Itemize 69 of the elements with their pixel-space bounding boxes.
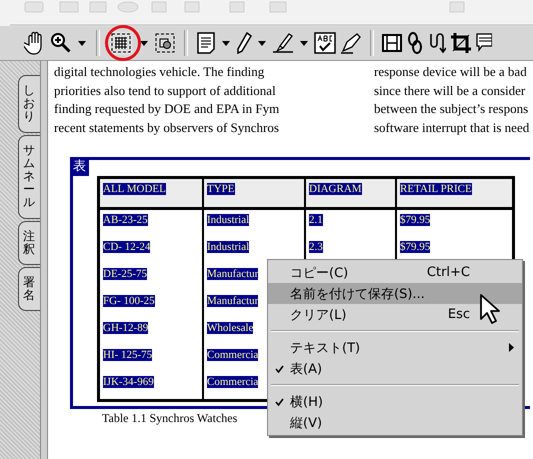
table-header-cell: TYPE bbox=[203, 178, 305, 208]
table-cell: $79.95 bbox=[400, 241, 430, 253]
sidebar-tab[interactable]: サムネール bbox=[18, 134, 40, 218]
menu-item[interactable]: 縦(V) bbox=[268, 412, 522, 433]
table-header-cell: ALL MODEL bbox=[98, 178, 203, 208]
text-line: digital technologies vehicle. The finding bbox=[54, 63, 266, 81]
table-tag: 表 bbox=[70, 157, 89, 176]
menu-item-label: 横(H) bbox=[290, 394, 324, 410]
text-line: finding requested by DOE and EPA in Fym bbox=[54, 100, 280, 118]
shortcut-label: Ctrl+C bbox=[426, 265, 470, 280]
table-cell: Industrial bbox=[207, 241, 250, 253]
text-line: recent statements by observers of Synchros bbox=[54, 118, 280, 137]
table-cell: FG- 100-25 bbox=[103, 295, 155, 307]
table-cell: $79.95 bbox=[400, 214, 430, 226]
shortcut-label: Esc bbox=[448, 307, 470, 322]
menu-item-label: 名前を付けて保存(S)... bbox=[290, 286, 426, 302]
film-icon[interactable] bbox=[382, 33, 402, 53]
table-header-cell: RETAIL PRICE bbox=[396, 178, 514, 208]
table-cell: Industrial bbox=[207, 214, 250, 226]
menu-item[interactable]: コピー(C) Ctrl+C bbox=[268, 262, 522, 283]
text-line: between the subject’s respons bbox=[374, 100, 530, 118]
sidebar-tab[interactable]: しおり bbox=[18, 75, 40, 133]
menu-item-label: 表(A) bbox=[290, 360, 324, 378]
table-cell: Commercia bbox=[207, 376, 258, 388]
menu-item-label: 縦(V) bbox=[290, 414, 324, 432]
highlight-circle bbox=[104, 24, 142, 62]
comment-icon[interactable] bbox=[476, 32, 492, 54]
caret-icon[interactable] bbox=[222, 40, 230, 46]
caret-icon[interactable] bbox=[300, 40, 308, 46]
menu-item[interactable]: 横(H) bbox=[268, 391, 522, 412]
pen-sign-icon[interactable] bbox=[340, 32, 362, 54]
text-line: software interrupt that is need bbox=[374, 118, 530, 137]
snapshot-icon[interactable] bbox=[154, 32, 176, 54]
menu-item-label: クリア(L) bbox=[290, 306, 348, 324]
highlighter-icon[interactable] bbox=[272, 32, 294, 54]
table-cell: Commercia bbox=[207, 349, 258, 361]
table-caption: Table 1.1 Synchros Watches bbox=[102, 411, 238, 426]
menu-item[interactable]: 表(A) bbox=[268, 358, 522, 379]
arrow-down-icon[interactable] bbox=[428, 32, 446, 54]
pencil-icon[interactable] bbox=[236, 32, 252, 54]
caret-icon[interactable] bbox=[258, 40, 266, 46]
table-cell: AB-23-25 bbox=[103, 214, 148, 226]
table-cell: 2.1 bbox=[309, 214, 323, 226]
note-icon[interactable] bbox=[196, 32, 216, 54]
caret-icon[interactable] bbox=[140, 40, 148, 46]
spell-check-icon[interactable] bbox=[314, 32, 336, 54]
text-line: priorities also tend to support of additional bbox=[54, 82, 277, 100]
link-icon[interactable] bbox=[406, 32, 424, 54]
menu-item[interactable]: クリア(L) Esc bbox=[268, 304, 522, 325]
table-cell: IJK-34-969 bbox=[103, 376, 154, 388]
crop-icon[interactable] bbox=[450, 32, 472, 54]
table-cell: 2.3 bbox=[309, 241, 323, 253]
caret-icon[interactable] bbox=[78, 40, 86, 46]
table-cell: Wholesale bbox=[207, 322, 254, 334]
pointer-cursor-icon bbox=[479, 293, 501, 325]
text-line: since there will be a consider bbox=[374, 82, 526, 100]
text-line: response device will be a bad bbox=[374, 63, 528, 81]
table-cell: DE-25-75 bbox=[103, 268, 147, 280]
menu-item-label: テキスト(T) bbox=[290, 340, 362, 356]
sidebar-tab[interactable]: 注釈 bbox=[18, 220, 40, 265]
sidebar-tab[interactable]: 署名 bbox=[18, 266, 40, 312]
menu-item[interactable]: テキスト(T) bbox=[268, 337, 522, 358]
table-select-icon[interactable] bbox=[108, 30, 134, 56]
menu-item-label: コピー(C) bbox=[290, 264, 350, 282]
table-cell: HI- 125-75 bbox=[103, 349, 152, 361]
menu-item[interactable]: 名前を付けて保存(S)... bbox=[268, 283, 522, 304]
zoom-in-icon[interactable] bbox=[50, 32, 72, 54]
table-header-cell: DIAGRAM bbox=[305, 178, 396, 208]
table-cell: GH-12-89 bbox=[103, 322, 148, 334]
